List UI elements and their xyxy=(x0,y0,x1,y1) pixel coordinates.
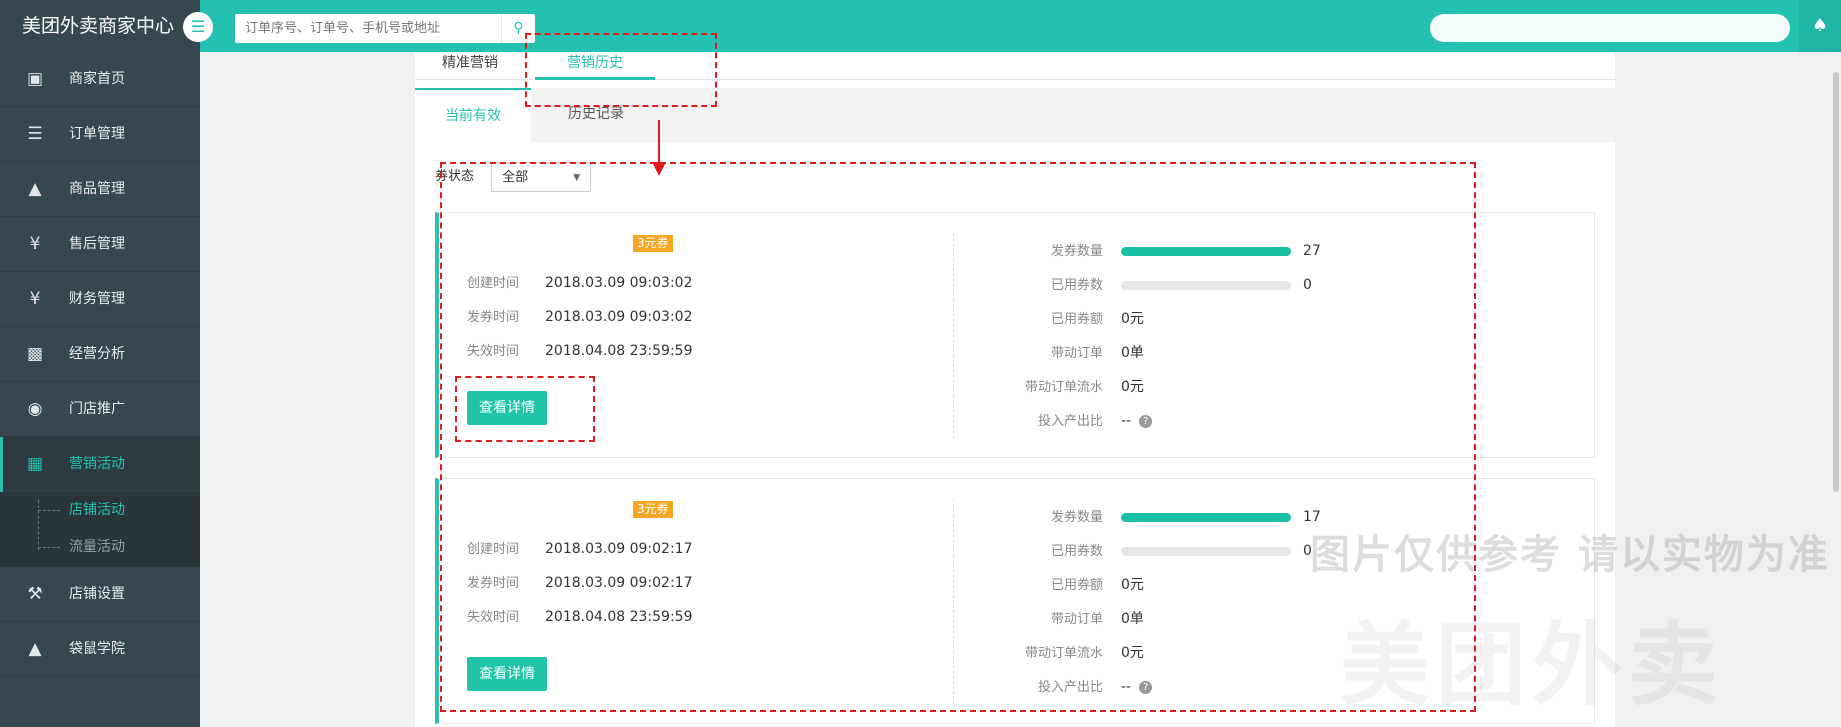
sidebar-item-label: 营销活动 xyxy=(69,456,125,472)
chart-icon: ▩ xyxy=(26,344,44,364)
gift-icon: ▦ xyxy=(26,454,44,474)
sidebar-item-label: 袋鼠学院 xyxy=(69,641,125,657)
annotation-box-history-tab xyxy=(525,33,717,107)
top-bar: 美团外卖商家中心 ☰ ⚲ ♠ xyxy=(0,0,1841,52)
clipboard-icon: ☰ xyxy=(27,124,43,144)
sidebar-item-promotion[interactable]: ◉ 门店推广 xyxy=(0,382,200,437)
annotation-arrow xyxy=(658,120,660,168)
graduation-cap-icon: ▲ xyxy=(28,639,42,659)
sidebar-item-marketing[interactable]: ▦ 营销活动 xyxy=(0,437,200,492)
annotation-box-coupon-list xyxy=(440,162,1476,712)
sidebar-item-label: 订单管理 xyxy=(69,126,125,142)
sidebar-item-finance[interactable]: ¥ 财务管理 xyxy=(0,272,200,327)
marketing-subnav: 店铺活动 流量活动 xyxy=(0,492,200,567)
hamburger-menu-icon[interactable]: ☰ xyxy=(183,12,213,42)
yen-service-icon: ¥ xyxy=(29,234,41,254)
user-info-redacted xyxy=(1430,14,1790,42)
sidebar-item-label: 店铺设置 xyxy=(69,586,125,602)
annotation-box-detail-button xyxy=(455,376,595,442)
sidebar-item-orders[interactable]: ☰ 订单管理 xyxy=(0,107,200,162)
sidebar: ▣ 商家首页 ☰ 订单管理 ▲ 商品管理 ¥ 售后管理 ¥ 财务管理 ▩ 经营分… xyxy=(0,52,200,727)
sidebar-item-label: 财务管理 xyxy=(69,291,125,307)
sidebar-item-store-settings[interactable]: ⚒ 店铺设置 xyxy=(0,567,200,622)
sidebar-item-label: 经营分析 xyxy=(69,346,125,362)
sidebar-item-analytics[interactable]: ▩ 经营分析 xyxy=(0,327,200,382)
search-box: ⚲ xyxy=(235,14,535,43)
sidebar-item-label: 商品管理 xyxy=(69,181,125,197)
money-bag-icon: ◉ xyxy=(27,399,43,419)
scrollbar-thumb[interactable] xyxy=(1833,72,1839,492)
subnav-item-store-activity[interactable]: 店铺活动 xyxy=(0,492,200,529)
sidebar-item-label: 门店推广 xyxy=(69,401,125,417)
sidebar-item-label: 售后管理 xyxy=(69,236,125,252)
yen-icon: ¥ xyxy=(29,289,41,309)
dish-icon: ▲ xyxy=(28,179,42,199)
page-scrollbar[interactable] xyxy=(1831,52,1841,727)
store-icon: ▣ xyxy=(26,69,44,89)
bell-icon[interactable]: ♠ xyxy=(1799,0,1841,52)
sidebar-item-home[interactable]: ▣ 商家首页 xyxy=(0,52,200,107)
sidebar-item-label: 商家首页 xyxy=(69,71,125,87)
tab-precision-marketing[interactable]: 精准营销 xyxy=(425,52,515,80)
wrench-icon: ⚒ xyxy=(27,584,43,604)
search-input[interactable] xyxy=(235,14,497,43)
app-title: 美团外卖商家中心 xyxy=(0,0,200,52)
subnav-item-traffic-activity[interactable]: 流量活动 xyxy=(0,529,200,566)
sidebar-item-academy[interactable]: ▲ 袋鼠学院 xyxy=(0,622,200,677)
sidebar-item-aftersales[interactable]: ¥ 售后管理 xyxy=(0,217,200,272)
tab-current-valid[interactable]: 当前有效 xyxy=(415,88,531,142)
sidebar-item-products[interactable]: ▲ 商品管理 xyxy=(0,162,200,217)
